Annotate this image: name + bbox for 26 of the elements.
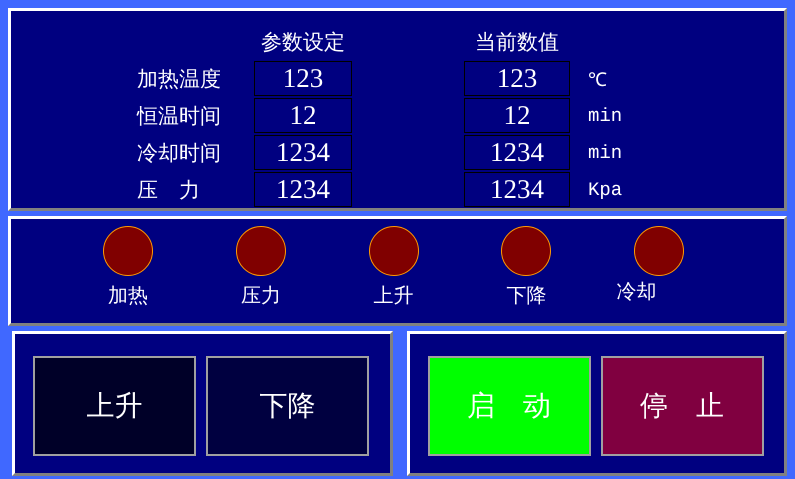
indicator-label: 加热 xyxy=(108,282,148,309)
set-value-field[interactable]: 12 xyxy=(254,98,352,133)
parameter-label: 压 力 xyxy=(136,176,201,204)
set-header: 参数设定 xyxy=(260,28,346,56)
set-value-field[interactable]: 1234 xyxy=(254,172,352,207)
set-value-field[interactable]: 123 xyxy=(254,61,352,96)
unit-label: ℃ xyxy=(587,68,608,92)
set-value-field[interactable]: 1234 xyxy=(254,135,352,170)
unit-label: min xyxy=(587,104,624,126)
unit-label: Kpa xyxy=(587,178,624,200)
control-button[interactable]: 停 止 xyxy=(600,356,764,456)
indicator-label: 冷却 xyxy=(616,278,656,305)
parameter-label: 加热温度 xyxy=(136,66,222,92)
current-value-display: 1234 xyxy=(464,172,570,207)
motion-button[interactable]: 下降 xyxy=(206,356,369,456)
motion-button[interactable]: 上升 xyxy=(33,356,196,456)
current-value-display: 12 xyxy=(464,98,570,133)
indicator-label: 上升 xyxy=(374,282,414,309)
current-header: 当前数值 xyxy=(474,28,560,56)
unit-label: min xyxy=(587,142,624,164)
current-value-display: 123 xyxy=(464,61,570,96)
parameter-label: 恒温时间 xyxy=(136,102,222,130)
current-value-display: 1234 xyxy=(464,135,570,170)
parameter-label: 冷却时间 xyxy=(136,140,222,166)
indicator-label: 压力 xyxy=(240,282,281,309)
indicator-label: 下降 xyxy=(506,282,546,309)
